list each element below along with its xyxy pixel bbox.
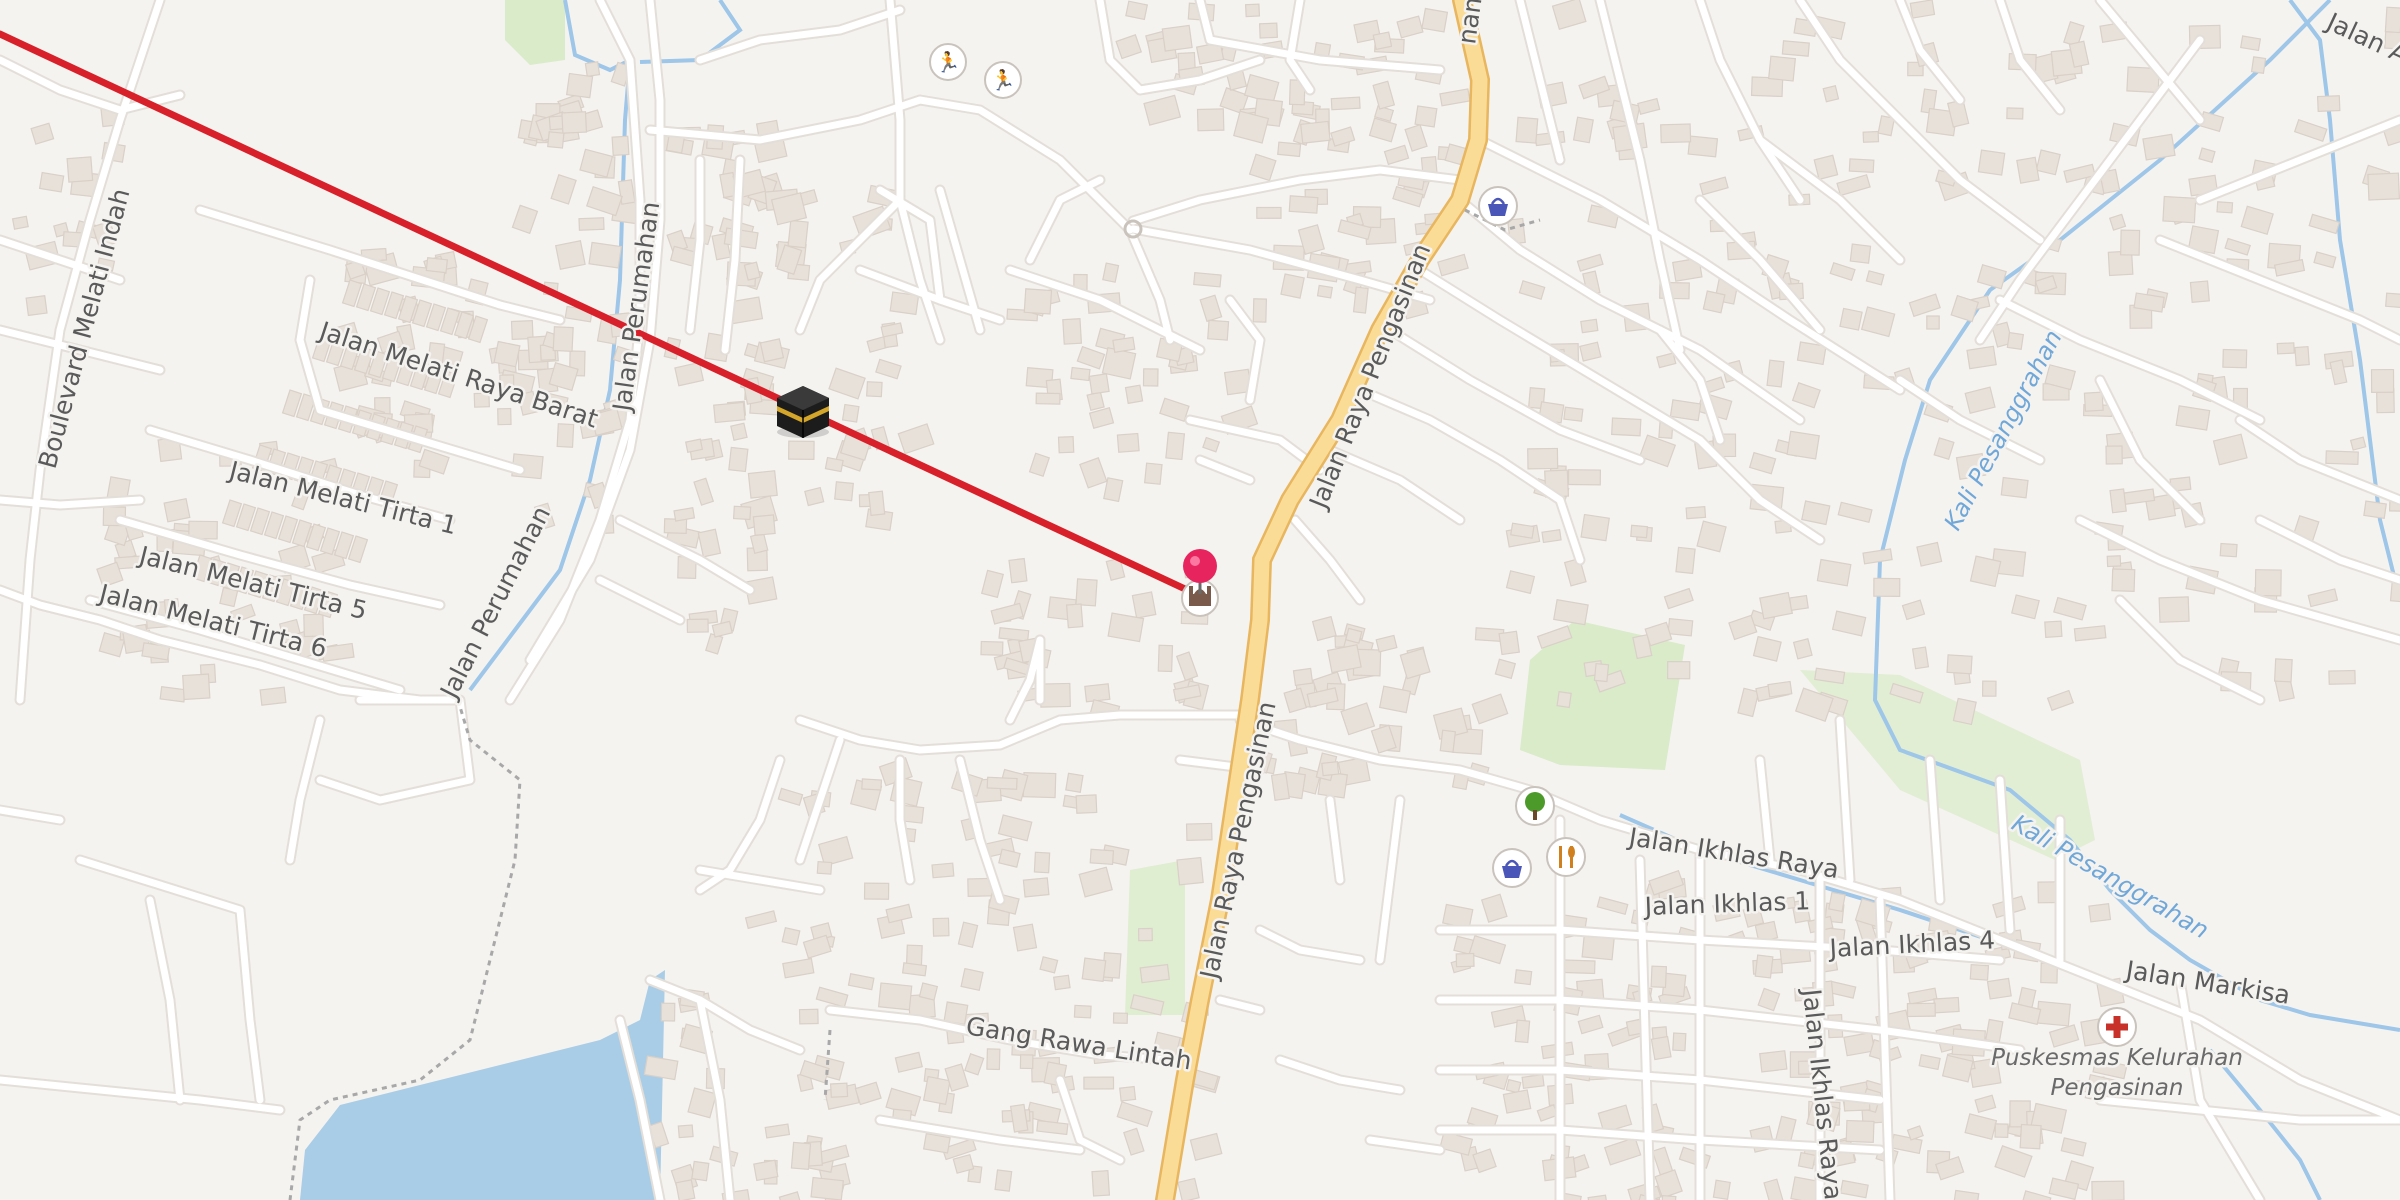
label-jalan-ikhlas-1: Jalan Ikhlas 1	[1642, 886, 1811, 921]
park-icon[interactable]	[1515, 786, 1555, 826]
shop-icon-2[interactable]	[1492, 848, 1532, 888]
shop-icon-1[interactable]	[1478, 186, 1518, 226]
hospital-icon[interactable]	[2097, 1007, 2137, 1047]
svg-text:🏃: 🏃	[991, 68, 1016, 92]
label-puskesmas-line2: Pengasinan	[2051, 1075, 2184, 1101]
svg-text:🏃: 🏃	[936, 50, 961, 74]
restaurant-icon[interactable]	[1546, 837, 1586, 877]
sports-icon-2[interactable]: 🏃	[984, 61, 1022, 99]
label-puskesmas-line1: Puskesmas Kelurahan	[1991, 1045, 2243, 1071]
sports-icon-1[interactable]: 🏃	[929, 43, 967, 81]
map-canvas[interactable]: 🏃 🏃 Jalan Raya Pengasinan Jalan Raya Pen…	[0, 0, 2400, 1200]
